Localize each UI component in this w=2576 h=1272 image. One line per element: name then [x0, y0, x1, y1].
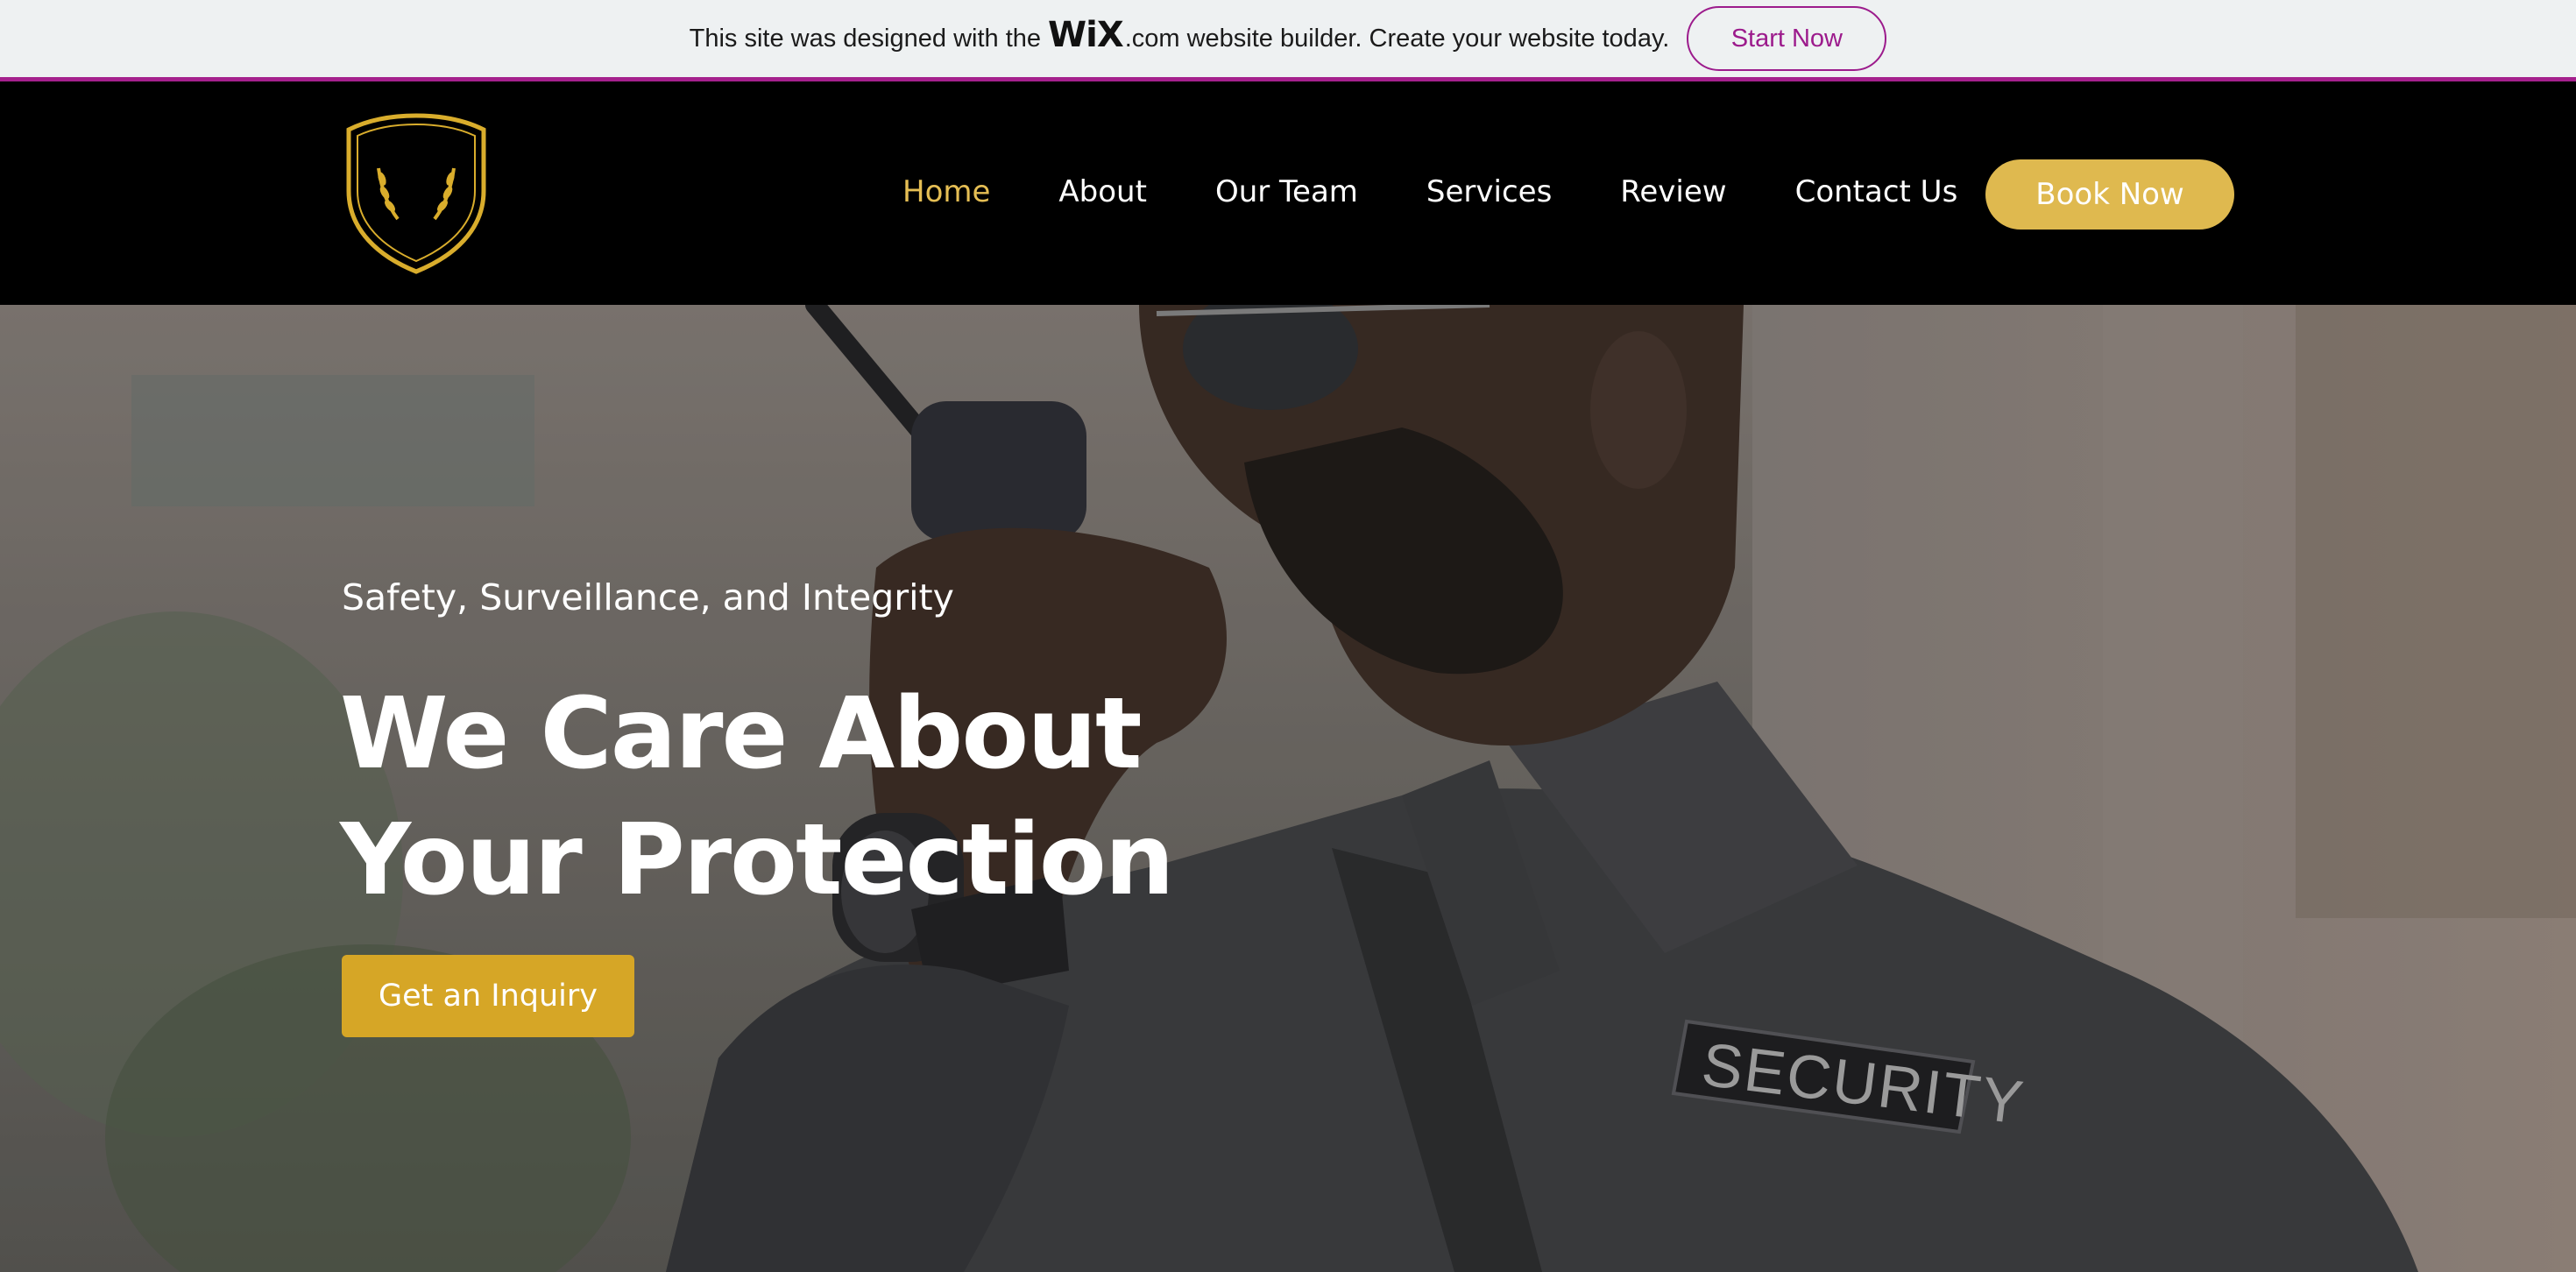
wix-logo: WiX: [1048, 15, 1124, 55]
nav-review[interactable]: Review: [1620, 174, 1726, 209]
nav-services[interactable]: Services: [1426, 174, 1552, 209]
nav-contact-us[interactable]: Contact Us: [1795, 174, 1958, 209]
nav-about[interactable]: About: [1058, 174, 1147, 209]
wix-promo-suffix: .com website builder. Create your websit…: [1124, 24, 1670, 53]
hero-headline: We Care About Your Protection: [340, 677, 1175, 917]
get-inquiry-button[interactable]: Get an Inquiry: [342, 955, 634, 1037]
nav-our-team[interactable]: Our Team: [1215, 174, 1358, 209]
main-nav: Home About Our Team Services Review Cont…: [902, 152, 1957, 231]
security-badge-logo-icon[interactable]: [343, 112, 489, 275]
hero-tagline: Safety, Surveillance, and Integrity: [342, 576, 954, 618]
wix-promo-prefix: This site was designed with the: [689, 24, 1042, 53]
start-now-button[interactable]: Start Now: [1687, 6, 1887, 71]
hero-section: SECURITY Safety, Surveillance, and Integ…: [0, 305, 2576, 1272]
wix-promo-banner: This site was designed with the WiX .com…: [0, 0, 2576, 81]
site-header: Home About Our Team Services Review Cont…: [0, 86, 2576, 305]
wix-promo-text: This site was designed with the WiX .com…: [689, 15, 1677, 59]
nav-home[interactable]: Home: [902, 174, 990, 209]
book-now-button[interactable]: Book Now: [1985, 159, 2234, 230]
